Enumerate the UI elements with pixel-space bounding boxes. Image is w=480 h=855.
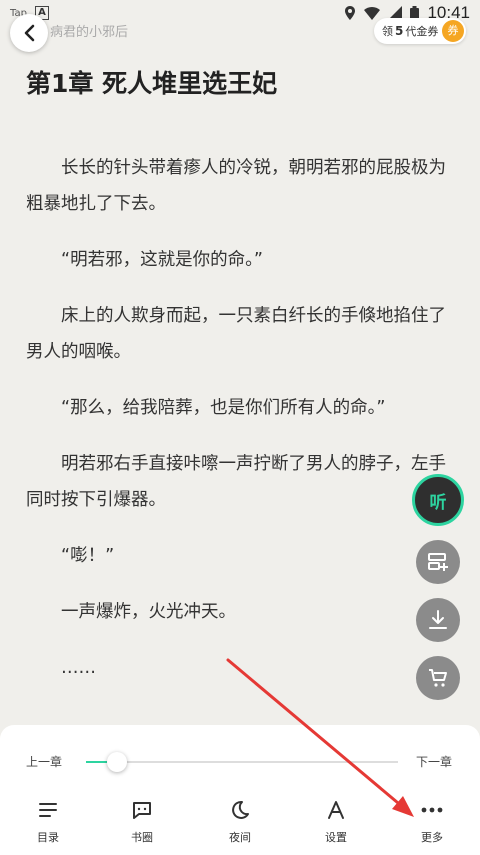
nav-label: 夜间	[229, 831, 251, 844]
nav-label: 设置	[325, 831, 347, 844]
location-icon	[345, 6, 356, 20]
nav-more[interactable]: 更多	[402, 795, 462, 845]
back-button[interactable]	[10, 14, 48, 52]
coupon-suffix: 代金券	[405, 25, 439, 38]
listen-label: 听	[429, 492, 447, 513]
nav-night-mode[interactable]: 夜间	[210, 795, 270, 845]
nav-label: 书圈	[131, 831, 153, 844]
nav-label: 目录	[37, 831, 59, 844]
add-to-shelf-icon	[428, 553, 448, 571]
cart-icon	[429, 669, 447, 687]
bottom-nav: 目录 书圈 夜间 设置 更多	[0, 795, 480, 851]
chevron-left-icon	[24, 24, 35, 42]
add-to-shelf-button[interactable]	[416, 540, 460, 584]
coupon-prefix: 领	[382, 25, 393, 38]
paragraph: 床上的人欺身而起，一只素白纤长的手倏地掐住了男人的咽喉。	[26, 306, 446, 362]
coupon-badge-icon: 券	[442, 20, 464, 42]
paragraph: 长长的针头带着瘆人的冷锐，朝明若邪的屁股极为粗暴地扎了下去。	[26, 158, 446, 214]
more-icon	[421, 807, 443, 813]
paragraph: 一声爆炸，火光冲天。	[61, 602, 236, 622]
paragraph: ……	[61, 658, 96, 678]
listen-button[interactable]: 听	[412, 474, 464, 526]
cart-button[interactable]	[416, 656, 460, 700]
prev-chapter-button[interactable]: 上一章	[26, 753, 62, 770]
chapter-title: 第1章 死人堆里选王妃	[26, 69, 278, 98]
book-circle-icon	[133, 802, 151, 819]
settings-icon	[328, 801, 344, 819]
catalog-icon	[39, 803, 57, 817]
chapter-content: 长长的针头带着瘆人的冷锐，朝明若邪的屁股极为粗暴地扎了下去。 “明若邪，这就是你…	[26, 150, 458, 706]
paragraph: “嘭！”	[61, 546, 115, 566]
reader-menu-panel: 上一章 下一章 目录 书圈 夜间 设置 更多	[0, 725, 480, 855]
download-icon	[429, 610, 447, 629]
paragraph: 明若邪右手直接咔嚓一声拧断了男人的脖子，左手同时按下引爆器。	[26, 454, 446, 510]
paragraph: “那么，给我陪葬，也是你们所有人的命。”	[61, 398, 386, 418]
nav-book-circle[interactable]: 书圈	[112, 795, 172, 845]
nav-label: 更多	[421, 831, 443, 844]
coupon-count: 5	[395, 24, 404, 38]
book-title: 病君的小邪后	[50, 25, 129, 40]
download-button[interactable]	[416, 598, 460, 642]
paragraph: “明若邪，这就是你的命。”	[61, 250, 263, 270]
chapter-progress-thumb[interactable]	[107, 752, 128, 772]
night-mode-icon	[232, 800, 249, 819]
wifi-icon	[364, 7, 381, 20]
chapter-progress-track[interactable]	[86, 761, 398, 763]
nav-settings[interactable]: 设置	[306, 795, 366, 845]
next-chapter-button[interactable]: 下一章	[416, 753, 452, 770]
coupon-button[interactable]: 领 5 代金券 券	[374, 18, 466, 44]
nav-catalog[interactable]: 目录	[18, 795, 78, 845]
